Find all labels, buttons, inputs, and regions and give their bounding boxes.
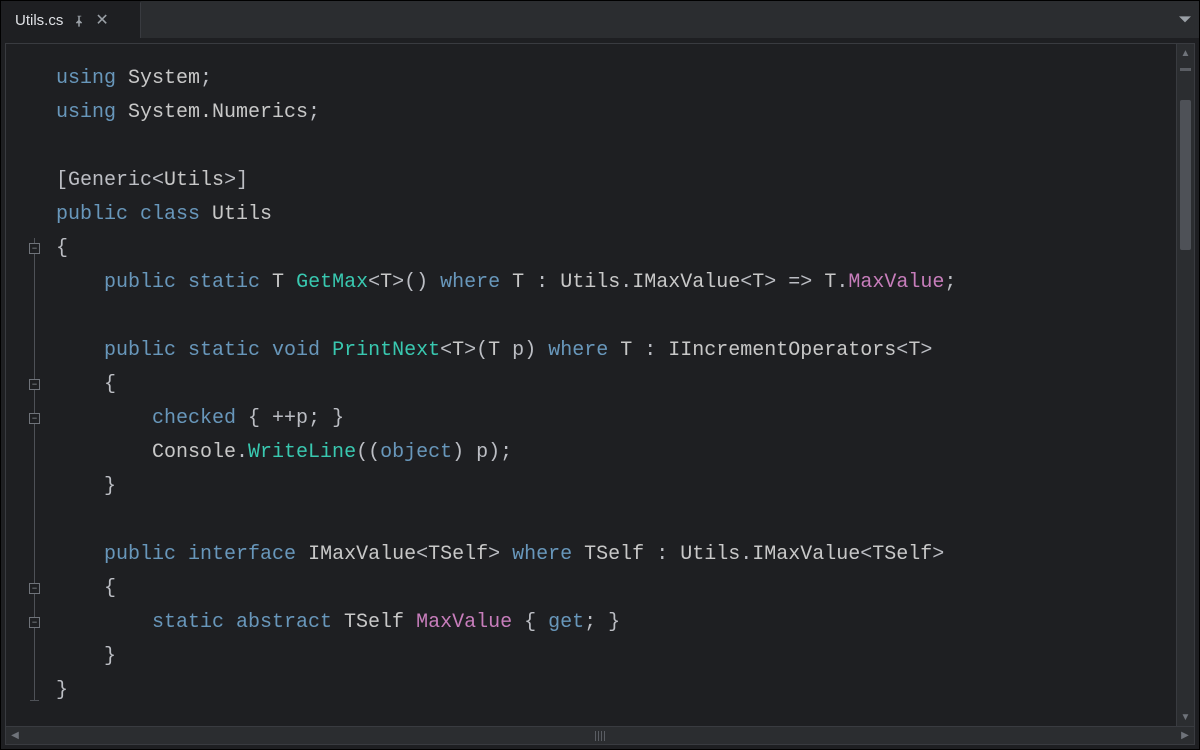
code-line: Console.WriteLine((object) p); [56, 436, 1176, 470]
scroll-grip-icon [588, 730, 612, 742]
vertical-scroll-track[interactable] [1177, 62, 1194, 708]
code-line [56, 504, 1176, 538]
fold-toggle-icon[interactable]: − [29, 617, 40, 628]
editor-wrap: − − − − − using System;using System.Numerics… [5, 43, 1195, 745]
code-line: } [56, 470, 1176, 504]
scroll-right-arrow-icon[interactable]: ▶ [1176, 727, 1194, 745]
scroll-left-arrow-icon[interactable]: ◀ [6, 727, 24, 745]
code-line: { [56, 368, 1176, 402]
code-line: } [56, 674, 1176, 708]
code-line: { [56, 232, 1176, 266]
editor-window: Utils.cs ✕ − − − − − using System;using Syst… [0, 0, 1200, 750]
code-line: public static void PrintNext<T>(T p) whe… [56, 334, 1176, 368]
editor-body: − − − − − using System;using System.Numerics… [6, 44, 1194, 726]
code-line: using System.Numerics; [56, 96, 1176, 130]
code-line: static abstract TSelf MaxValue { get; } [56, 606, 1176, 640]
code-line: checked { ++p; } [56, 402, 1176, 436]
fold-toggle-icon[interactable]: − [29, 583, 40, 594]
tab-overflow-menu-icon[interactable] [1179, 1, 1191, 38]
code-line: } [56, 640, 1176, 674]
code-line: [Generic<Utils>] [56, 164, 1176, 198]
scroll-down-arrow-icon[interactable]: ▼ [1177, 708, 1194, 726]
tab-utils-cs[interactable]: Utils.cs ✕ [1, 1, 141, 38]
fold-gutter: − − − − − [6, 44, 46, 726]
code-line: using System; [56, 62, 1176, 96]
tab-filename: Utils.cs [15, 12, 63, 29]
code-line: public class Utils [56, 198, 1176, 232]
close-icon[interactable]: ✕ [95, 13, 108, 29]
code-line: public static T GetMax<T>() where T : Ut… [56, 266, 1176, 300]
code-line [56, 130, 1176, 164]
fold-toggle-icon[interactable]: − [29, 379, 40, 390]
pin-icon[interactable] [73, 15, 85, 27]
code-line [56, 300, 1176, 334]
tab-bar: Utils.cs ✕ [1, 1, 1199, 39]
scroll-up-arrow-icon[interactable]: ▲ [1177, 44, 1194, 62]
fold-toggle-icon[interactable]: − [29, 413, 40, 424]
horizontal-scrollbar[interactable]: ◀ ▶ [6, 726, 1194, 744]
code-line: public interface IMaxValue<TSelf> where … [56, 538, 1176, 572]
fold-toggle-icon[interactable]: − [29, 243, 40, 254]
vertical-scrollbar[interactable]: ▲ ▼ [1176, 44, 1194, 726]
vertical-scroll-thumb[interactable] [1180, 100, 1191, 250]
code-area[interactable]: using System;using System.Numerics; [Gene… [46, 44, 1176, 726]
horizontal-scroll-track[interactable] [24, 727, 1176, 744]
code-line: { [56, 572, 1176, 606]
scroll-marker [1180, 68, 1191, 71]
